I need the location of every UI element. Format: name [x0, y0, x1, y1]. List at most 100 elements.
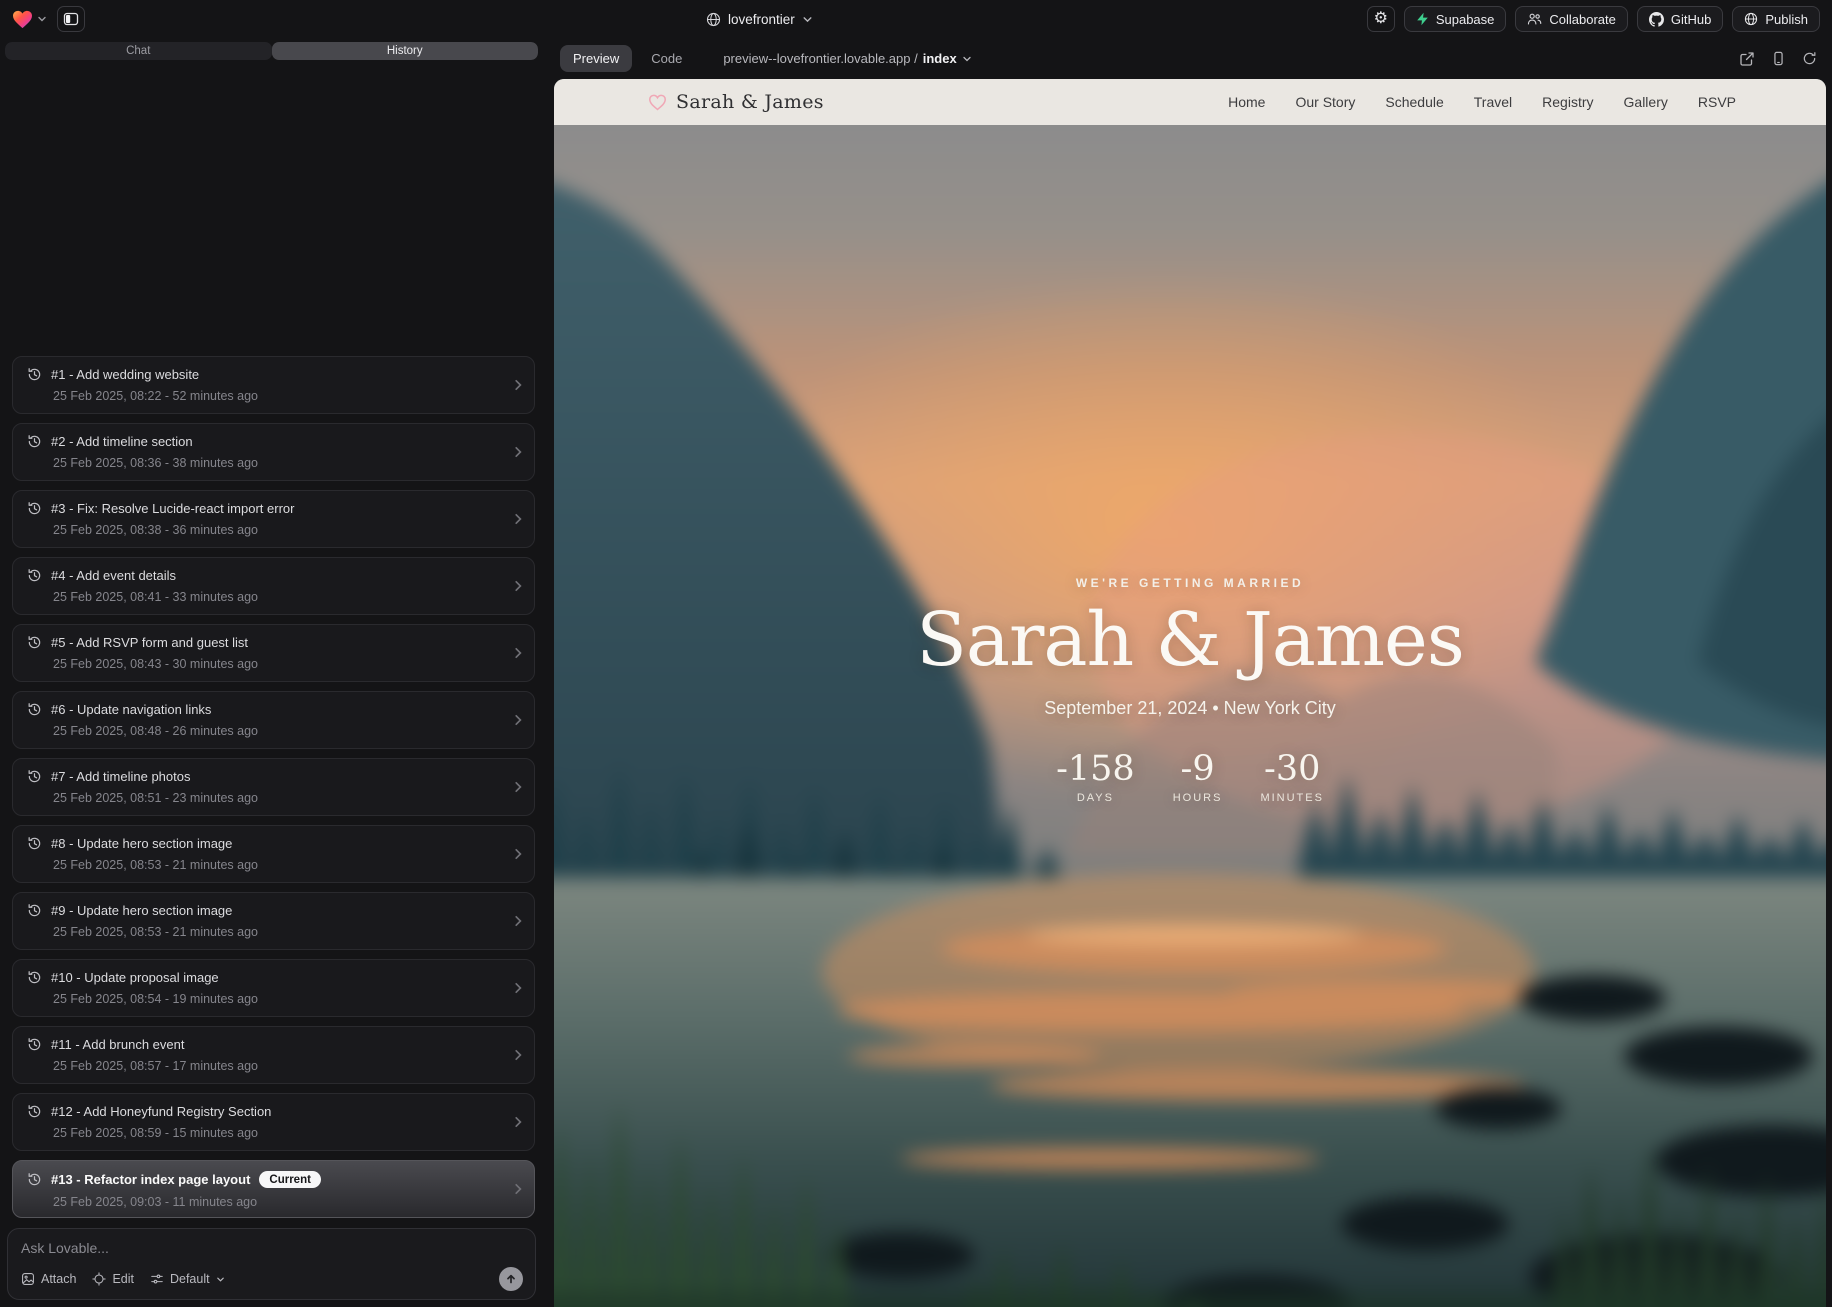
edit-button[interactable]: Edit — [92, 1272, 134, 1286]
site-nav-link[interactable]: Travel — [1474, 94, 1512, 110]
countdown-value: -9 — [1173, 749, 1223, 789]
app-topbar: lovefrontier ⚙ Supabase C — [0, 0, 1832, 38]
hero-date-location: September 21, 2024 • New York City — [554, 698, 1826, 719]
history-item-title: #7 - Add timeline photos — [51, 769, 190, 784]
collaborate-button[interactable]: Collaborate — [1515, 6, 1628, 32]
mobile-view-button[interactable] — [1768, 48, 1789, 69]
tab-code[interactable]: Code — [638, 45, 695, 72]
globe-icon — [1744, 12, 1758, 26]
tab-chat[interactable]: Chat — [5, 42, 272, 60]
github-icon — [1649, 12, 1664, 27]
project-switcher[interactable]: lovefrontier — [706, 0, 813, 38]
mode-select[interactable]: Default — [150, 1272, 225, 1286]
history-item-timestamp: 25 Feb 2025, 08:43 - 30 minutes ago — [53, 657, 504, 671]
users-icon — [1527, 12, 1542, 26]
site-brand[interactable]: Sarah & James — [648, 91, 824, 113]
site-nav-link[interactable]: Schedule — [1385, 94, 1443, 110]
preview-url[interactable]: preview--lovefrontier.lovable.app / inde… — [723, 51, 971, 66]
history-clock-icon — [27, 568, 42, 583]
send-button[interactable] — [499, 1267, 523, 1291]
hero-eyebrow: WE'RE GETTING MARRIED — [554, 576, 1826, 590]
history-item[interactable]: #13 - Refactor index page layout Current… — [12, 1160, 535, 1218]
site-nav-link[interactable]: Our Story — [1295, 94, 1355, 110]
chevron-down-icon — [216, 1275, 225, 1284]
history-item[interactable]: #2 - Add timeline section 25 Feb 2025, 0… — [12, 423, 535, 481]
lovable-menu[interactable] — [12, 10, 47, 29]
history-item-timestamp: 25 Feb 2025, 09:03 - 11 minutes ago — [53, 1195, 504, 1209]
history-item[interactable]: #11 - Add brunch event 25 Feb 2025, 08:5… — [12, 1026, 535, 1084]
site-nav-link[interactable]: Gallery — [1624, 94, 1668, 110]
publish-button[interactable]: Publish — [1732, 6, 1820, 32]
panel-left-icon — [63, 11, 79, 27]
history-item[interactable]: #6 - Update navigation links 25 Feb 2025… — [12, 691, 535, 749]
history-item-timestamp: 25 Feb 2025, 08:48 - 26 minutes ago — [53, 724, 504, 738]
site-brand-name: Sarah & James — [676, 91, 824, 113]
chevron-down-icon — [802, 14, 813, 25]
history-item[interactable]: #3 - Fix: Resolve Lucide-react import er… — [12, 490, 535, 548]
countdown-value: -30 — [1260, 749, 1324, 789]
open-external-button[interactable] — [1736, 48, 1758, 70]
history-item[interactable]: #12 - Add Honeyfund Registry Section 25 … — [12, 1093, 535, 1151]
hero-title: Sarah & James — [554, 602, 1826, 680]
history-item-timestamp: 25 Feb 2025, 08:41 - 33 minutes ago — [53, 590, 504, 604]
supabase-button[interactable]: Supabase — [1404, 6, 1507, 32]
history-item[interactable]: #8 - Update hero section image 25 Feb 20… — [12, 825, 535, 883]
history-item-title: #4 - Add event details — [51, 568, 176, 583]
sidebar-toggle-button[interactable] — [57, 6, 85, 32]
site-preview: Sarah & James Home Our Story Schedule Trave… — [554, 79, 1826, 1307]
history-clock-icon — [27, 1172, 42, 1187]
history-item-timestamp: 25 Feb 2025, 08:53 - 21 minutes ago — [53, 925, 504, 939]
history-clock-icon — [27, 367, 42, 382]
preview-pane: Preview Code preview--lovefrontier.lovab… — [543, 38, 1832, 1307]
history-item-title: #8 - Update hero section image — [51, 836, 232, 851]
history-clock-icon — [27, 903, 42, 918]
refresh-button[interactable] — [1799, 48, 1820, 69]
history-item[interactable]: #4 - Add event details 25 Feb 2025, 08:4… — [12, 557, 535, 615]
history-item-timestamp: 25 Feb 2025, 08:22 - 52 minutes ago — [53, 389, 504, 403]
site-nav-link[interactable]: Home — [1228, 94, 1265, 110]
history-item[interactable]: #1 - Add wedding website 25 Feb 2025, 08… — [12, 356, 535, 414]
supabase-bolt-icon — [1416, 12, 1429, 26]
countdown-label: HOURS — [1173, 792, 1223, 804]
chevron-right-icon — [512, 848, 524, 860]
arrow-up-icon — [505, 1273, 517, 1285]
chevron-right-icon — [512, 379, 524, 391]
chevron-right-icon — [512, 647, 524, 659]
tab-history[interactable]: History — [272, 42, 539, 60]
chat-history-panel: Chat History #1 - Add wedding website — [0, 38, 543, 1307]
chevron-down-icon — [37, 14, 47, 24]
prompt-input[interactable] — [21, 1240, 523, 1256]
history-clock-icon — [27, 1037, 42, 1052]
chevron-down-icon — [962, 54, 972, 64]
heart-outline-icon — [648, 94, 667, 111]
tab-preview[interactable]: Preview — [560, 45, 632, 72]
chevron-right-icon — [512, 1049, 524, 1061]
site-nav-link[interactable]: RSVP — [1698, 94, 1736, 110]
history-item-timestamp: 25 Feb 2025, 08:57 - 17 minutes ago — [53, 1059, 504, 1073]
site-nav-link[interactable]: Registry — [1542, 94, 1593, 110]
chevron-right-icon — [512, 1183, 524, 1195]
history-list[interactable]: #1 - Add wedding website 25 Feb 2025, 08… — [12, 60, 535, 1218]
history-item-timestamp: 25 Feb 2025, 08:59 - 15 minutes ago — [53, 1126, 504, 1140]
chevron-right-icon — [512, 446, 524, 458]
history-item[interactable]: #10 - Update proposal image 25 Feb 2025,… — [12, 959, 535, 1017]
history-item[interactable]: #5 - Add RSVP form and guest list 25 Feb… — [12, 624, 535, 682]
history-item-title: #1 - Add wedding website — [51, 367, 199, 382]
history-clock-icon — [27, 635, 42, 650]
refresh-icon — [1802, 51, 1817, 66]
chevron-right-icon — [512, 781, 524, 793]
countdown-unit: -158 DAYS — [1056, 749, 1135, 804]
countdown-unit: -9 HOURS — [1173, 749, 1223, 804]
attach-button[interactable]: Attach — [21, 1272, 76, 1286]
gear-icon: ⚙ — [1374, 11, 1388, 27]
chevron-right-icon — [512, 714, 524, 726]
chevron-right-icon — [512, 580, 524, 592]
history-item[interactable]: #7 - Add timeline photos 25 Feb 2025, 08… — [12, 758, 535, 816]
history-item[interactable]: #9 - Update hero section image 25 Feb 20… — [12, 892, 535, 950]
github-button[interactable]: GitHub — [1637, 6, 1723, 32]
history-item-title: #13 - Refactor index page layout — [51, 1172, 250, 1187]
globe-icon — [706, 12, 721, 27]
chevron-right-icon — [512, 982, 524, 994]
history-item-title: #6 - Update navigation links — [51, 702, 211, 717]
settings-button[interactable]: ⚙ — [1367, 6, 1395, 32]
